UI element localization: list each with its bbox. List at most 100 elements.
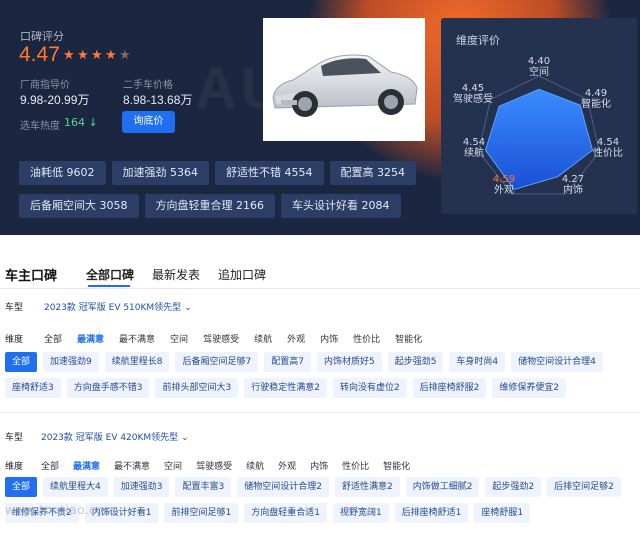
guide-price-value: 9.98-20.99万 [20,93,90,107]
chip-all[interactable]: 全部 [5,477,38,497]
rating-driving: 4.45 驾驶感受 [453,83,493,105]
tab-follow-up[interactable]: 追加口碑 [218,266,266,283]
dimension-filter: 全部 最满意 最不满意 空间 驾驶感受 续航 外观 内饰 性价比 智能化 [44,332,422,345]
dim-range[interactable]: 续航 [246,459,264,472]
dim-most-satisfied[interactable]: 最满意 [77,332,104,345]
rating-label: 口碑评分 [20,30,64,43]
dim-all[interactable]: 全部 [44,332,62,345]
keyword-chip[interactable]: 方向盘手感不错3 [66,378,150,398]
dim-space[interactable]: 空间 [170,332,188,345]
keyword-chip[interactable]: 行驶稳定性满意2 [244,378,327,398]
keyword-chip[interactable]: 起步强劲2 [485,477,542,497]
reviews-header: 车主口碑 全部口碑 最新发表 追加口碑 [0,255,640,289]
keyword-chip[interactable]: 储物空间设计合理4 [511,352,603,372]
keyword-chip[interactable]: 方向盘轻重合适1 [244,503,327,523]
model-select-label: 2023款 冠军版 EV 510KM领先型 [44,303,182,313]
keyword-chip[interactable]: 后排座椅舒适1 [394,503,469,523]
dim-driving[interactable]: 驾驶感受 [203,332,239,345]
car-image [263,18,425,141]
keyword-chip[interactable]: 维修保养便宜2 [492,378,567,398]
keyword-chip[interactable]: 起步强劲5 [387,352,444,372]
keyword-chip[interactable]: 前排空间足够1 [164,503,239,523]
dimension-label: 维度 [5,462,24,472]
model-label: 车型 [5,303,24,313]
highlight-tags-row-1: 油耗低 9602 加速强劲 5364 舒适性不错 4554 配置高 3254 [19,161,416,185]
tab-all-reviews[interactable]: 全部口碑 [86,266,134,283]
keyword-chip[interactable]: 后备厢空间足够7 [175,352,259,372]
ask-price-button[interactable]: 询底价 [122,111,175,133]
model-select[interactable]: 2023款 冠军版 EV 420KM领先型 ⌄ [41,430,189,443]
keyword-chip[interactable]: 配置高7 [264,352,311,372]
dim-value[interactable]: 性价比 [342,459,369,472]
keyword-chips: 全部 加速强劲9 续航里程长8 后备厢空间足够7 配置高7 内饰材质好5 起步强… [5,352,635,398]
star-half-icon: ★ [119,48,131,63]
highlight-tags-row-2: 后备厢空间大 3058 方向盘轻重合理 2166 车头设计好看 2084 [19,194,401,218]
keyword-chip[interactable]: 内饰材质好5 [316,352,382,372]
block-divider [0,412,640,413]
keyword-chip[interactable]: 后排空间足够2 [547,477,621,497]
dim-interior[interactable]: 内饰 [320,332,338,345]
keyword-chip[interactable]: 加速强劲3 [113,477,170,497]
star-icon: ★ [91,48,103,63]
hero-panel: AU 口碑评分 4.47 ★ ★ ★ ★ ★ 厂商指导价 9.98-20.99万… [0,0,640,235]
rating-exterior: 4.59 外观 [492,174,516,196]
keyword-chip[interactable]: 转向没有虚位2 [332,378,407,398]
dim-least-satisfied[interactable]: 最不满意 [119,332,155,345]
chip-all[interactable]: 全部 [5,352,38,372]
dim-driving[interactable]: 驾驶感受 [196,459,232,472]
keyword-chip[interactable]: 续航里程大4 [43,477,108,497]
rating-value: 4.47 [19,43,60,66]
dim-value[interactable]: 性价比 [353,332,380,345]
model-select[interactable]: 2023款 冠军版 EV 510KM领先型 ⌄ [44,300,192,313]
star-icon: ★ [105,48,117,63]
keyword-chip[interactable]: 续航里程长8 [104,352,170,372]
keyword-chip[interactable]: 内饰做工细腻2 [405,477,480,497]
dim-most-satisfied[interactable]: 最满意 [73,459,100,472]
dim-space[interactable]: 空间 [164,459,182,472]
tag-chip[interactable]: 油耗低 9602 [19,161,106,185]
model-label: 车型 [5,433,24,443]
tag-chip[interactable]: 配置高 3254 [329,161,416,185]
popularity-label: 选车热度 [20,121,60,132]
rating-interior: 4.27 内饰 [561,174,585,196]
star-icon: ★ [77,48,89,63]
keyword-chip[interactable]: 车身时尚4 [449,352,506,372]
tag-chip[interactable]: 后备厢空间大 3058 [19,194,139,218]
keyword-chip[interactable]: 座椅舒服1 [474,503,531,523]
keyword-chip[interactable]: 舒适性满意2 [334,477,400,497]
keyword-chip[interactable]: 视野宽阔1 [332,503,389,523]
chevron-down-icon: ⌄ [184,303,192,313]
popularity-value: 164 ↓ [64,116,98,129]
keyword-chip[interactable]: 配置丰富3 [175,477,232,497]
used-price-value: 8.98-13.68万 [123,93,193,107]
star-icon: ★ [63,48,75,63]
rating-smart: 4.49 智能化 [581,88,611,110]
chevron-down-icon: ⌄ [181,433,189,443]
tag-chip[interactable]: 车头设计好看 2084 [281,194,401,218]
dimension-filter: 全部 最满意 最不满意 空间 驾驶感受 续航 外观 内饰 性价比 智能化 [41,459,410,472]
dim-interior[interactable]: 内饰 [310,459,328,472]
keyword-chip[interactable]: 储物空间设计合理2 [237,477,329,497]
dim-exterior[interactable]: 外观 [287,332,305,345]
dim-least-satisfied[interactable]: 最不满意 [114,459,150,472]
dim-range[interactable]: 续航 [254,332,272,345]
tag-chip[interactable]: 方向盘轻重合理 2166 [144,194,275,218]
tab-latest[interactable]: 最新发表 [152,266,200,283]
dim-smart[interactable]: 智能化 [383,459,410,472]
reviews-title: 车主口碑 [5,269,58,284]
guide-price-label: 厂商指导价 [20,80,70,91]
tag-chip[interactable]: 加速强劲 5364 [111,161,209,185]
dim-exterior[interactable]: 外观 [278,459,296,472]
tag-chip[interactable]: 舒适性不错 4554 [215,161,324,185]
keyword-chip[interactable]: 加速强劲9 [43,352,99,372]
site-watermark: www.toutiao.com [5,503,117,517]
dim-all[interactable]: 全部 [41,459,59,472]
used-price-label: 二手车价格 [123,80,173,91]
rating-space: 4.40 空间 [527,56,551,78]
keyword-chip[interactable]: 前排头部空间大3 [155,378,239,398]
rating-value-for-money: 4.54 性价比 [593,137,623,159]
dim-smart[interactable]: 智能化 [395,332,422,345]
keyword-chip[interactable]: 后排座椅舒服2 [412,378,487,398]
star-rating: ★ ★ ★ ★ ★ [63,49,132,62]
keyword-chip[interactable]: 座椅舒适3 [5,378,61,398]
